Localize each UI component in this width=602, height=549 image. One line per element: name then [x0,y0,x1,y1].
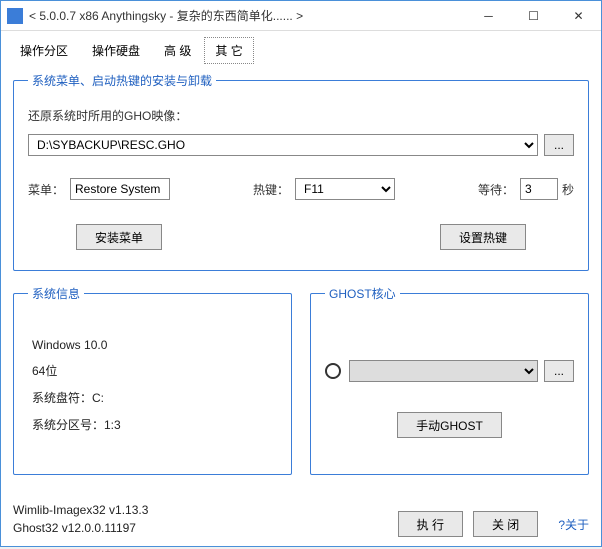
menu-input[interactable] [70,178,170,200]
window-title: < 5.0.0.7 x86 Anythingsky - 复杂的东西简单化....… [29,7,466,24]
hotkey-select[interactable]: F11 [295,178,395,200]
maximize-button[interactable]: ☐ [511,1,556,30]
sysinfo-os: Windows 10.0 [32,338,277,352]
sysinfo-partition: 系统分区号：1:3 [32,416,277,433]
sysinfo-legend: 系统信息 [28,285,84,302]
footer-ghost32: Ghost32 v12.0.0.11197 [13,519,398,537]
tab-partition[interactable]: 操作分区 [9,37,79,64]
sysinfo-bits: 64位 [32,362,277,379]
gho-label: 还原系统时所用的GHO映像： [28,107,187,124]
tab-advanced[interactable]: 高 级 [153,37,202,64]
menu-label: 菜单： [28,181,64,198]
titlebar: < 5.0.0.7 x86 Anythingsky - 复杂的东西简单化....… [1,1,601,31]
wait-unit: 秒 [562,181,574,198]
wait-input[interactable] [520,178,558,200]
execute-button[interactable]: 执 行 [398,511,463,537]
tab-disk[interactable]: 操作硬盘 [81,37,151,64]
close-app-button[interactable]: 关 闭 [473,511,538,537]
group-ghost: GHOST核心 ... 手动GHOST [310,285,589,475]
minimize-button[interactable]: ─ [466,1,511,30]
gho-path-select[interactable]: D:\SYBACKUP\RESC.GHO [28,134,538,156]
hotkey-label: 热键： [253,181,289,198]
ghost-radio[interactable] [325,363,341,379]
footer-info: Wimlib-Imagex32 v1.13.3 Ghost32 v12.0.0.… [13,501,398,537]
about-link[interactable]: ?关于 [558,516,589,533]
ghost-legend: GHOST核心 [325,285,400,302]
close-button[interactable]: ✕ [556,1,601,30]
sysinfo-drive: 系统盘符：C: [32,389,277,406]
group-menu-hotkey-legend: 系统菜单、启动热键的安装与卸载 [28,72,216,89]
tab-other[interactable]: 其 它 [204,37,253,64]
gho-browse-button[interactable]: ... [544,134,574,156]
wait-label: 等待： [478,181,514,198]
group-sysinfo: 系统信息 Windows 10.0 64位 系统盘符：C: 系统分区号：1:3 [13,285,292,475]
footer-wimlib: Wimlib-Imagex32 v1.13.3 [13,501,398,519]
ghost-select[interactable] [349,360,538,382]
group-menu-hotkey: 系统菜单、启动热键的安装与卸载 还原系统时所用的GHO映像： D:\SYBACK… [13,72,589,271]
app-icon [7,8,23,24]
ghost-browse-button[interactable]: ... [544,360,574,382]
manual-ghost-button[interactable]: 手动GHOST [397,412,502,438]
set-hotkey-button[interactable]: 设置热键 [440,224,526,250]
tab-bar: 操作分区 操作硬盘 高 级 其 它 [1,31,601,64]
install-menu-button[interactable]: 安装菜单 [76,224,162,250]
